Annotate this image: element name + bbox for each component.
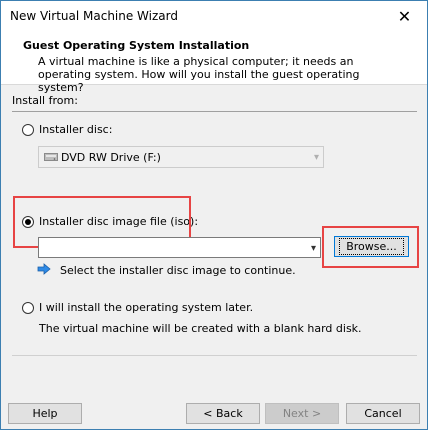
install-later-radio[interactable] [22, 302, 34, 314]
iso-path-input[interactable]: ▾ [38, 237, 321, 258]
close-button[interactable]: ✕ [382, 1, 427, 31]
chevron-down-icon: ▾ [313, 152, 319, 163]
next-button[interactable]: Next > [265, 403, 339, 424]
installer-disc-radio[interactable] [22, 124, 34, 136]
install-later-label[interactable]: I will install the operating system late… [39, 301, 253, 314]
page-description: A virtual machine is like a physical com… [38, 55, 360, 94]
iso-hint-text: Select the installer disc image to conti… [60, 264, 296, 277]
install-from-label: Install from: [12, 94, 78, 107]
browse-highlight-box [322, 226, 419, 268]
info-arrow-icon [37, 263, 51, 275]
install-later-description: The virtual machine will be created with… [39, 322, 362, 335]
cancel-button[interactable]: Cancel [346, 403, 420, 424]
dvd-drive-icon [44, 151, 58, 162]
drive-select-value: DVD RW Drive (F:) [61, 151, 161, 164]
page-title: Guest Operating System Installation [23, 39, 250, 52]
title-bar: New Virtual Machine Wizard ✕ [1, 1, 427, 31]
drive-select: DVD RW Drive (F:) ▾ [38, 146, 324, 168]
wizard-window: New Virtual Machine Wizard ✕ Guest Opera… [0, 0, 428, 430]
group-divider [12, 111, 417, 112]
group-bottom-divider [12, 355, 417, 356]
window-title: New Virtual Machine Wizard [10, 9, 178, 23]
wizard-header: Guest Operating System Installation A vi… [1, 31, 427, 94]
help-button[interactable]: Help [8, 403, 82, 424]
installer-disc-label[interactable]: Installer disc: [39, 123, 112, 136]
chevron-down-icon[interactable]: ▾ [311, 243, 316, 254]
back-button[interactable]: < Back [186, 403, 260, 424]
